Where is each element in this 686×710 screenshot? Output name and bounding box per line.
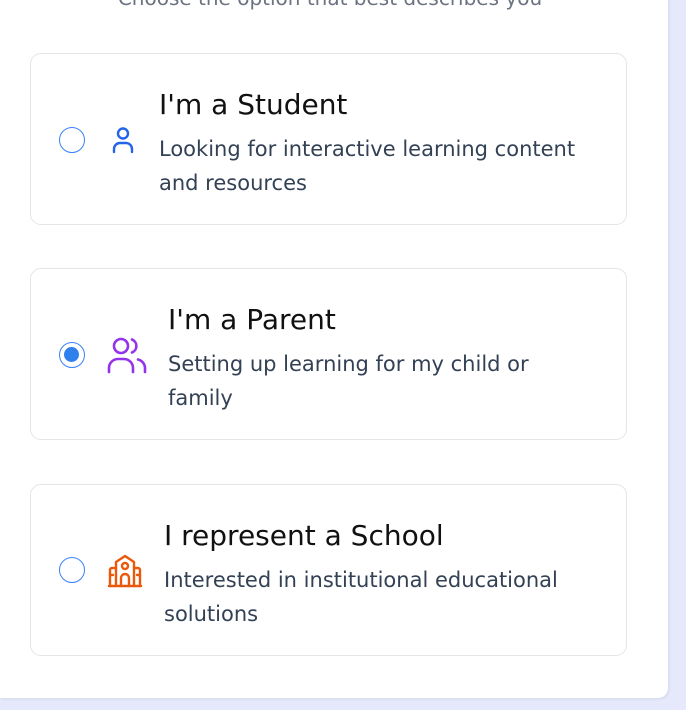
user-icon bbox=[112, 127, 134, 154]
option-parent[interactable]: I'm a Parent Setting up learning for my … bbox=[30, 268, 627, 440]
student-radio[interactable] bbox=[59, 127, 85, 153]
parent-radio[interactable] bbox=[59, 342, 85, 368]
option-student[interactable]: I'm a Student Looking for interactive le… bbox=[30, 53, 627, 225]
users-icon bbox=[107, 337, 147, 374]
option-title: I'm a Parent bbox=[168, 303, 336, 336]
school-icon bbox=[107, 554, 143, 588]
page-subtitle: Choose the option that best describes yo… bbox=[0, 0, 660, 10]
school-radio[interactable] bbox=[59, 557, 85, 583]
option-title: I'm a Student bbox=[159, 88, 348, 121]
option-school[interactable]: I represent a School Interested in insti… bbox=[30, 484, 627, 656]
option-title: I represent a School bbox=[164, 519, 444, 552]
option-description: Looking for interactive learning content… bbox=[159, 137, 576, 195]
option-description: Interested in institutional educational … bbox=[164, 568, 558, 626]
option-description: Setting up learning for my child or fami… bbox=[168, 352, 529, 410]
